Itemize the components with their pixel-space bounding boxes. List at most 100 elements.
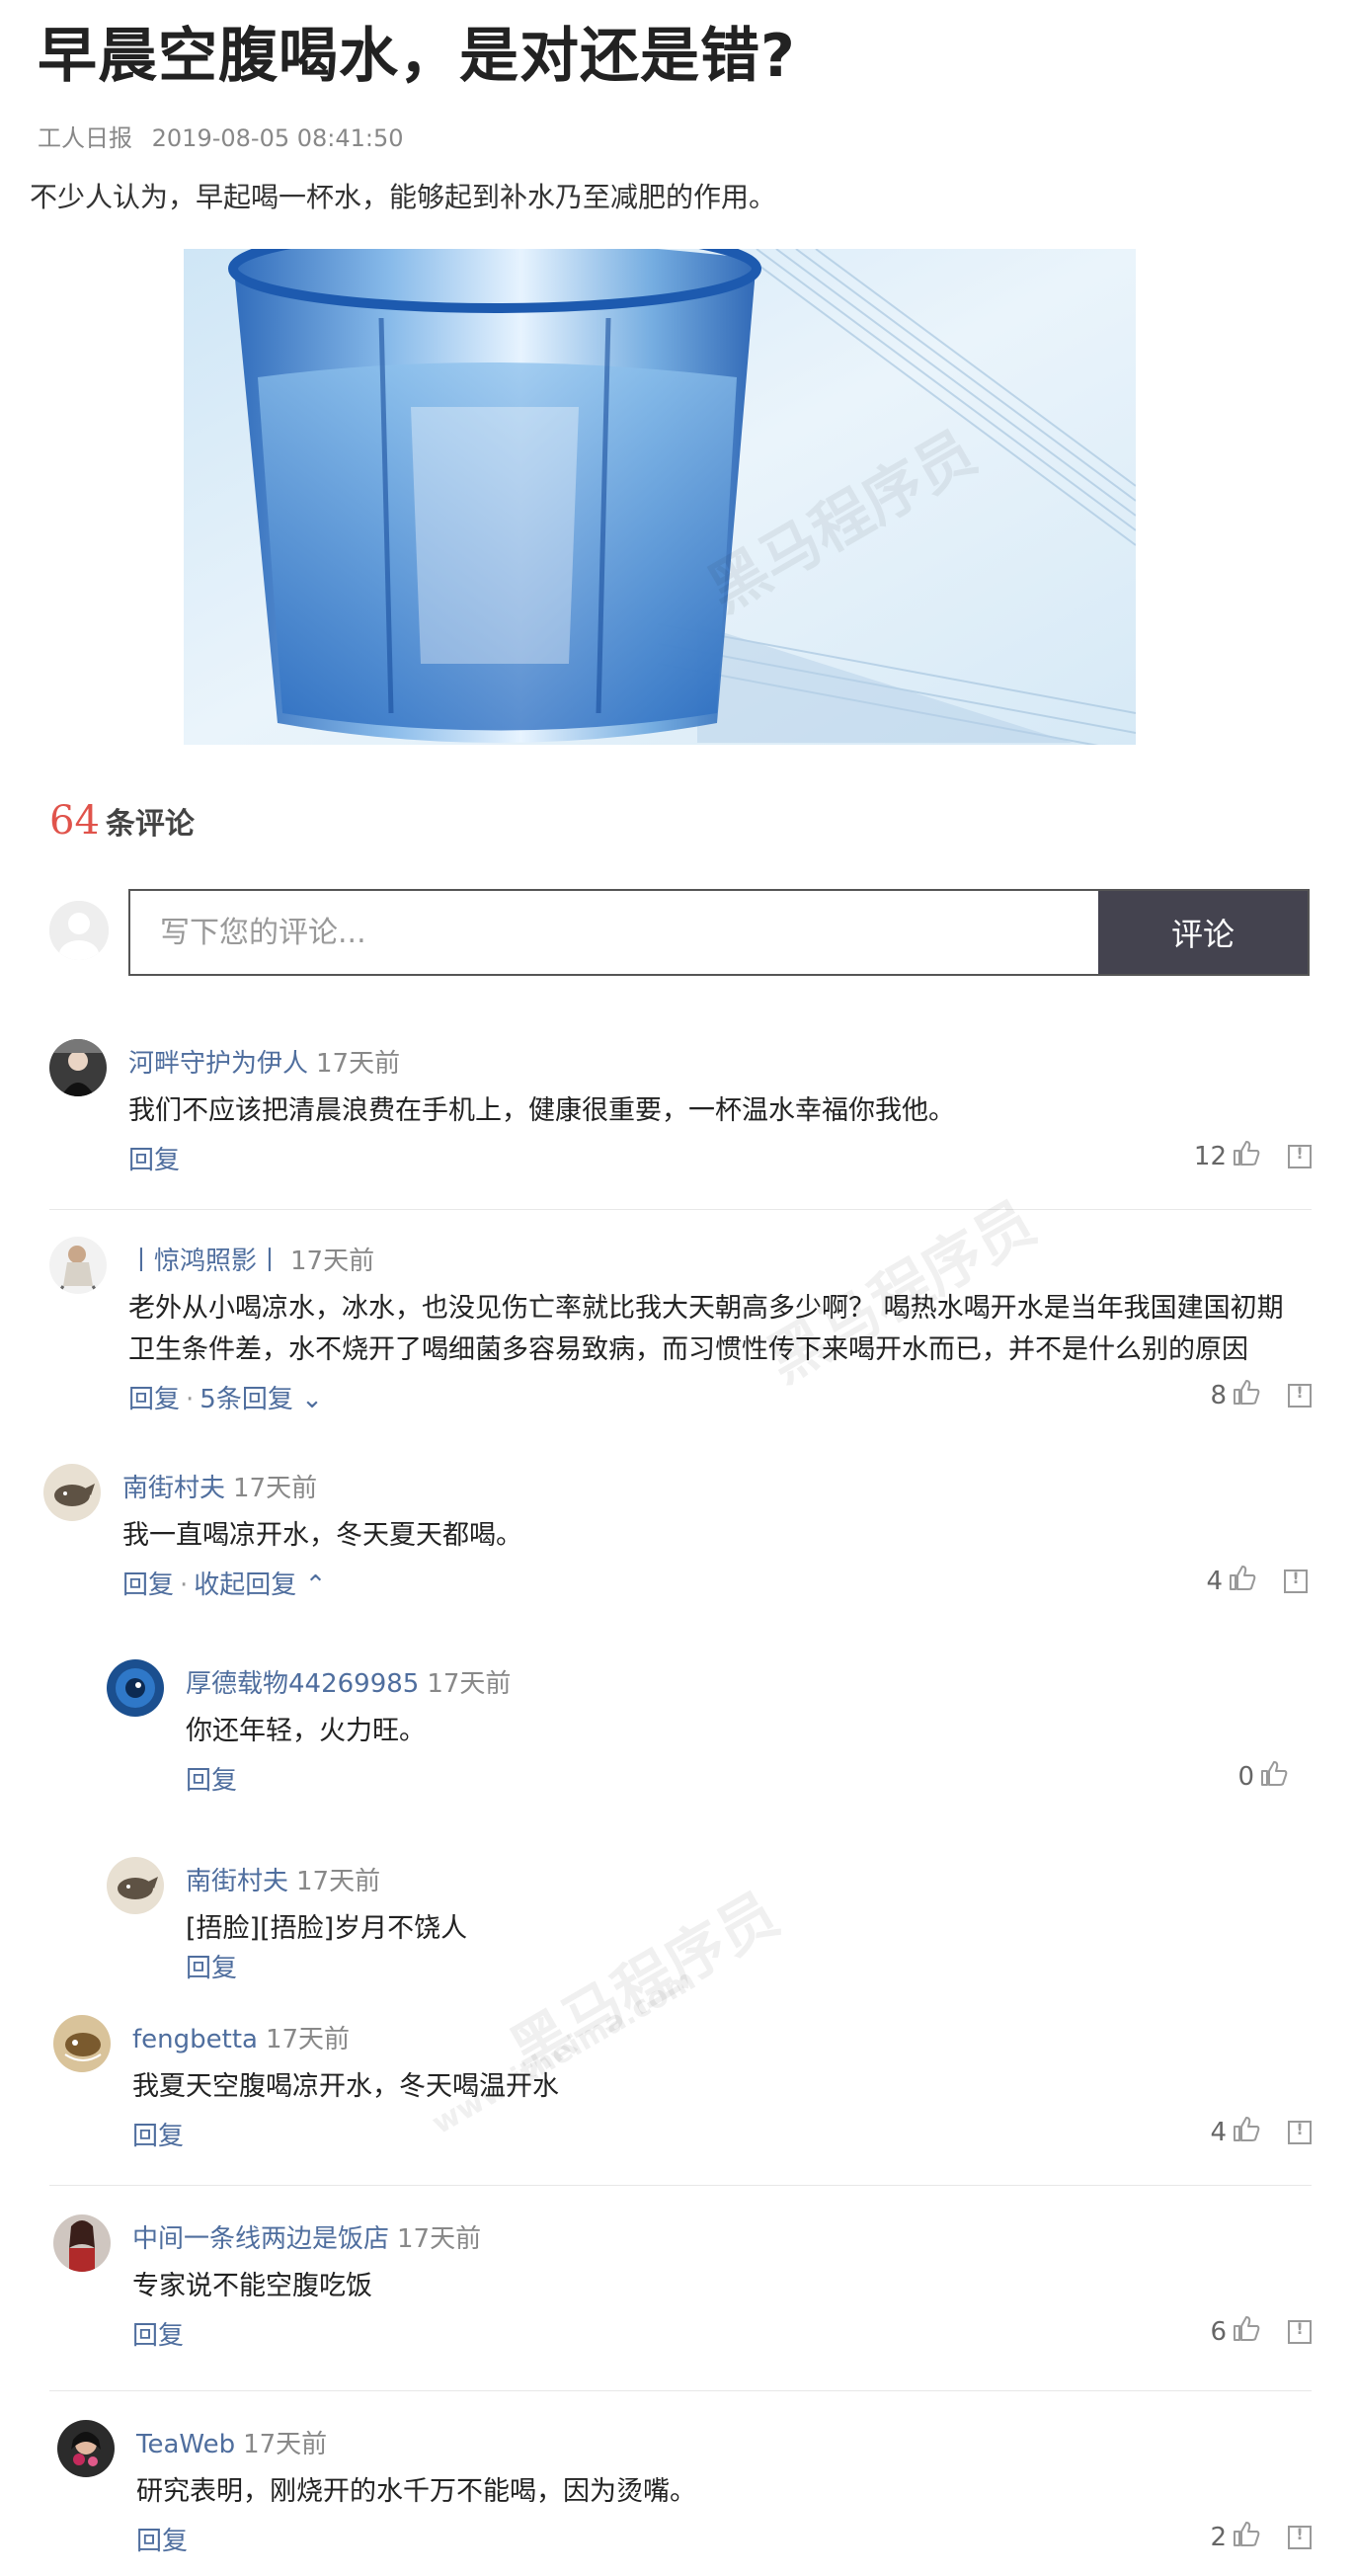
comment-time: 17天前 bbox=[427, 1669, 512, 1699]
comment-header: fengbetta 17天前 bbox=[132, 2019, 350, 2055]
thumbs-up-icon[interactable] bbox=[1233, 1379, 1260, 1411]
thumbs-up-icon[interactable] bbox=[1233, 1140, 1260, 1172]
comment-likes: 6 bbox=[1210, 2315, 1312, 2348]
comment-count-number: 64 bbox=[49, 798, 100, 844]
reply-button[interactable]: 回复 bbox=[122, 1570, 174, 1600]
article-source[interactable]: 工人日报 bbox=[38, 124, 132, 152]
divider bbox=[49, 1209, 1312, 1210]
comment-actions: 回复 · 5条回复 ⌄ bbox=[128, 1385, 323, 1414]
comment-actions: 回复 bbox=[132, 2315, 184, 2352]
like-count: 12 bbox=[1193, 1141, 1227, 1171]
article-title: 早晨空腹喝水，是对还是错? bbox=[38, 22, 796, 91]
like-count: 0 bbox=[1237, 1761, 1254, 1792]
comment-time: 17天前 bbox=[243, 2430, 328, 2459]
comment-header: 河畔守护为伊人 17天前 bbox=[128, 1043, 400, 1080]
chevron-down-icon: ⌄ bbox=[301, 1385, 323, 1414]
comment-header: TeaWeb 17天前 bbox=[136, 2424, 327, 2460]
reply-button[interactable]: 回复 bbox=[136, 2527, 188, 2556]
comment-item: fengbetta 17天前 我夏天空腹喝凉开水，冬天喝温开水 回复 4 bbox=[53, 2015, 1312, 2153]
reply-button[interactable]: 回复 bbox=[132, 2321, 184, 2351]
comment-text: 你还年轻，火力旺。 bbox=[186, 1716, 426, 1746]
comment-time: 17天前 bbox=[233, 1474, 318, 1503]
report-icon[interactable] bbox=[1288, 1383, 1312, 1408]
comment-likes: 2 bbox=[1210, 2521, 1312, 2553]
like-count: 4 bbox=[1210, 2117, 1227, 2147]
comment-count-label: 条评论 bbox=[105, 807, 195, 842]
comment-username[interactable]: 厚德载物44269985 bbox=[186, 1669, 419, 1699]
avatar[interactable] bbox=[49, 1039, 107, 1096]
comment-username[interactable]: fengbetta bbox=[132, 2025, 258, 2054]
avatar[interactable] bbox=[57, 2420, 115, 2477]
comment-text: 老外从小喝凉水，冰水，也没见伤亡率就比我大天朝高多少啊？ 喝热水喝开水是当年我国… bbox=[128, 1288, 1284, 1371]
comment-actions: 回复 bbox=[132, 2116, 184, 2152]
reply-button[interactable]: 回复 bbox=[132, 2122, 184, 2151]
thumbs-up-icon[interactable] bbox=[1260, 1760, 1288, 1793]
comment-form: 评论 bbox=[128, 889, 1310, 976]
comment-item: TeaWeb 17天前 研究表明，刚烧开的水千万不能喝，因为烫嘴。 回复 2 bbox=[57, 2420, 1312, 2558]
report-icon[interactable] bbox=[1288, 2319, 1312, 2344]
comment-header: 中间一条线两边是饭店 17天前 bbox=[132, 2218, 481, 2255]
avatar[interactable] bbox=[49, 1237, 107, 1294]
article-intro: 不少人认为，早起喝一杯水，能够起到补水乃至减肥的作用。 bbox=[30, 181, 777, 213]
comment-item: 中间一条线两边是饭店 17天前 专家说不能空腹吃饭 回复 6 bbox=[53, 2214, 1312, 2353]
comment-header: 厚德载物44269985 17天前 bbox=[186, 1663, 511, 1700]
comment-text: 专家说不能空腹吃饭 bbox=[132, 2271, 372, 2301]
avatar[interactable] bbox=[107, 1659, 164, 1717]
comment-actions: 回复 bbox=[136, 2521, 188, 2557]
like-count: 6 bbox=[1210, 2316, 1227, 2347]
divider bbox=[49, 2185, 1312, 2186]
comment-username[interactable]: 丨惊鸿照影丨 bbox=[128, 1247, 282, 1276]
comment-text: 我们不应该把清晨浪费在手机上，健康很重要，一杯温水幸福你我他。 bbox=[128, 1095, 955, 1126]
avatar[interactable] bbox=[43, 1464, 101, 1521]
expand-replies-button[interactable]: 5条回复 ⌄ bbox=[199, 1385, 323, 1414]
comment-count: 64 条评论 bbox=[49, 798, 195, 844]
comment-item: 南街村夫 17天前 我一直喝凉开水，冬天夏天都喝。 回复 · 收起回复 ⌃ 4 bbox=[43, 1464, 1308, 1602]
comment-username[interactable]: 中间一条线两边是饭店 bbox=[132, 2224, 389, 2254]
report-icon[interactable] bbox=[1288, 2120, 1312, 2144]
avatar[interactable] bbox=[107, 1857, 164, 1914]
chevron-up-icon: ⌃ bbox=[304, 1570, 327, 1600]
comment-time: 17天前 bbox=[296, 1867, 381, 1896]
article-date: 2019-08-05 08:41:50 bbox=[151, 124, 404, 152]
current-user-avatar bbox=[49, 901, 109, 960]
avatar[interactable] bbox=[53, 2015, 111, 2072]
comment-username[interactable]: 南街村夫 bbox=[186, 1867, 288, 1896]
comment-likes: 8 bbox=[1210, 1379, 1312, 1411]
thumbs-up-icon[interactable] bbox=[1233, 2116, 1260, 2148]
reply-button[interactable]: 回复 bbox=[128, 1385, 180, 1414]
report-icon[interactable] bbox=[1288, 2525, 1312, 2549]
comment-username[interactable]: 南街村夫 bbox=[122, 1474, 225, 1503]
article-image bbox=[184, 249, 1136, 745]
article-meta: 工人日报 2019-08-05 08:41:50 bbox=[38, 119, 416, 153]
comment-time: 17天前 bbox=[290, 1247, 375, 1276]
avatar[interactable] bbox=[53, 2214, 111, 2272]
reply-button[interactable]: 回复 bbox=[186, 1766, 237, 1796]
comment-text: [捂脸][捂脸]岁月不饶人 bbox=[186, 1913, 468, 1944]
thumbs-up-icon[interactable] bbox=[1229, 1565, 1256, 1597]
comment-actions: 回复 · 收起回复 ⌃ bbox=[122, 1570, 327, 1600]
comment-likes: 4 bbox=[1206, 1565, 1308, 1597]
divider bbox=[49, 2390, 1312, 2391]
comment-text-line: 卫生条件差，水不烧开了喝细菌多容易致病，而习惯性传下来喝开水而已，并不是什么别的… bbox=[128, 1334, 1248, 1365]
comment-item: 河畔守护为伊人 17天前 我们不应该把清晨浪费在手机上，健康很重要，一杯温水幸福你… bbox=[49, 1039, 1312, 1177]
comment-header: 丨惊鸿照影丨 17天前 bbox=[128, 1241, 374, 1277]
comment-submit-button[interactable]: 评论 bbox=[1098, 891, 1308, 974]
collapse-replies-button[interactable]: 收起回复 ⌃ bbox=[194, 1570, 326, 1600]
comment-time: 17天前 bbox=[316, 1049, 401, 1079]
comment-likes: 0 bbox=[1237, 1760, 1288, 1793]
comment-input[interactable] bbox=[130, 891, 1098, 974]
thumbs-up-icon[interactable] bbox=[1233, 2315, 1260, 2348]
reply-button[interactable]: 回复 bbox=[186, 1954, 237, 1983]
reply-item: 厚德载物44269985 17天前 你还年轻，火力旺。 回复 0 bbox=[107, 1659, 1288, 1798]
report-icon[interactable] bbox=[1284, 1569, 1308, 1593]
comment-username[interactable]: 河畔守护为伊人 bbox=[128, 1049, 308, 1079]
comment-time: 17天前 bbox=[397, 2224, 482, 2254]
comment-text: 我一直喝凉开水，冬天夏天都喝。 bbox=[122, 1520, 522, 1551]
reply-button[interactable]: 回复 bbox=[128, 1146, 180, 1175]
comment-item: 丨惊鸿照影丨 17天前 老外从小喝凉水，冰水，也没见伤亡率就比我大天朝高多少啊？ … bbox=[49, 1237, 1312, 1424]
comment-header: 南街村夫 17天前 bbox=[186, 1861, 380, 1897]
comment-username[interactable]: TeaWeb bbox=[136, 2430, 235, 2459]
thumbs-up-icon[interactable] bbox=[1233, 2521, 1260, 2553]
comment-text: 我夏天空腹喝凉开水，冬天喝温开水 bbox=[132, 2071, 559, 2102]
report-icon[interactable] bbox=[1288, 1144, 1312, 1168]
